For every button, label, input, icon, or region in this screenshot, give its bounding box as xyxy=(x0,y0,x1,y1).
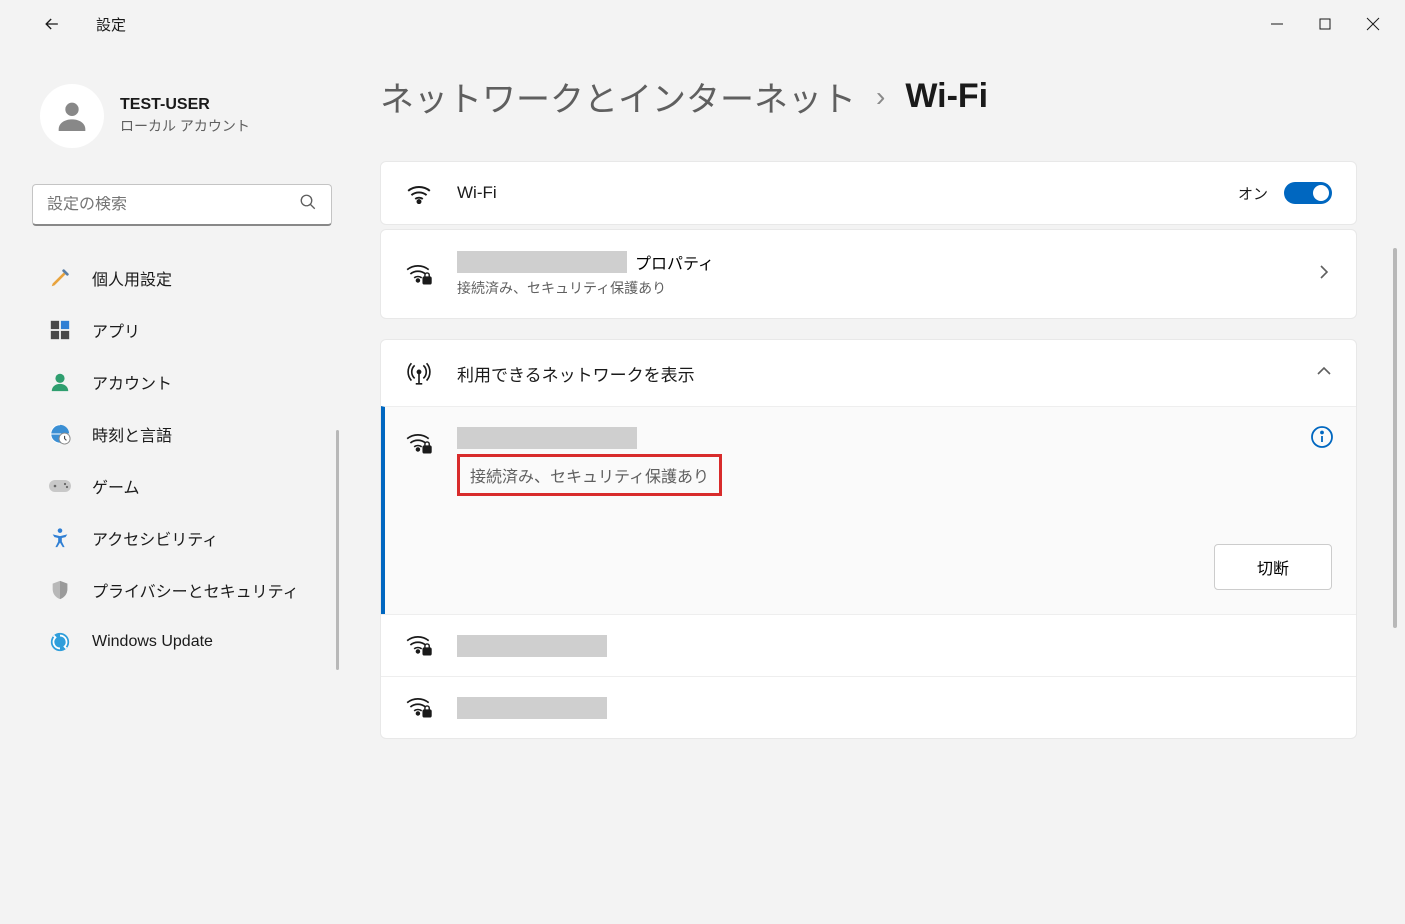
network-name-redacted xyxy=(457,697,607,719)
sidebar-item-accessibility[interactable]: アクセシビリティ xyxy=(32,514,324,562)
sidebar-scrollbar[interactable] xyxy=(336,430,339,670)
search-input[interactable] xyxy=(47,196,299,214)
sidebar-item-windows-update[interactable]: Windows Update xyxy=(32,618,324,666)
close-icon xyxy=(1366,17,1380,31)
sidebar-item-label: アプリ xyxy=(92,318,140,342)
breadcrumb: ネットワークとインターネット › Wi-Fi xyxy=(380,72,1357,121)
network-status: 接続済み、セキュリティ保護あり xyxy=(470,469,709,486)
shield-icon xyxy=(48,578,72,602)
network-item[interactable] xyxy=(381,614,1356,676)
wifi-secure-icon xyxy=(405,262,433,286)
sidebar-item-privacy[interactable]: プライバシーとセキュリティ xyxy=(32,566,324,614)
minimize-icon xyxy=(1271,18,1283,30)
account-icon xyxy=(48,370,72,394)
sidebar-item-label: Windows Update xyxy=(92,633,213,651)
search-icon xyxy=(299,193,317,216)
person-icon xyxy=(52,96,92,136)
available-networks-title: 利用できるネットワークを表示 xyxy=(457,361,1292,386)
chevron-right-icon: › xyxy=(876,81,885,113)
user-subtitle: ローカル アカウント xyxy=(120,116,250,136)
avatar xyxy=(40,84,104,148)
sidebar: TEST-USER ローカル アカウント 個人用設定 アプリ アカウント xyxy=(0,48,340,924)
sidebar-item-apps[interactable]: アプリ xyxy=(32,306,324,354)
chevron-right-icon xyxy=(1316,264,1332,285)
sidebar-item-label: 個人用設定 xyxy=(92,266,172,290)
title-bar: 設定 xyxy=(0,0,1405,48)
network-item-connected[interactable]: 接続済み、セキュリティ保護あり 切断 xyxy=(381,406,1356,614)
sidebar-item-personalization[interactable]: 個人用設定 xyxy=(32,254,324,302)
update-icon xyxy=(48,630,72,654)
network-name-redacted xyxy=(457,635,607,657)
app-title: 設定 xyxy=(96,14,126,35)
properties-suffix: プロパティ xyxy=(635,250,714,274)
wifi-icon xyxy=(405,182,433,204)
sidebar-item-gaming[interactable]: ゲーム xyxy=(32,462,324,510)
maximize-button[interactable] xyxy=(1301,4,1349,44)
main-content: ネットワークとインターネット › Wi-Fi Wi-Fi オン プロパティ 接続… xyxy=(340,48,1405,924)
clock-globe-icon xyxy=(48,422,72,446)
gamepad-icon xyxy=(48,474,72,498)
user-name: TEST-USER xyxy=(120,96,250,114)
wifi-toggle[interactable] xyxy=(1284,182,1332,204)
paintbrush-icon xyxy=(48,266,72,290)
minimize-button[interactable] xyxy=(1253,4,1301,44)
close-button[interactable] xyxy=(1349,4,1397,44)
wifi-secure-icon xyxy=(405,633,433,662)
chevron-up-icon xyxy=(1316,363,1332,384)
window-controls xyxy=(1253,4,1397,44)
sidebar-item-time-language[interactable]: 時刻と言語 xyxy=(32,410,324,458)
wifi-secure-icon xyxy=(405,431,433,460)
user-section[interactable]: TEST-USER ローカル アカウント xyxy=(32,72,324,160)
sidebar-item-label: アカウント xyxy=(92,370,172,394)
sidebar-item-accounts[interactable]: アカウント xyxy=(32,358,324,406)
wifi-toggle-card: Wi-Fi オン xyxy=(380,161,1357,225)
accessibility-icon xyxy=(48,526,72,550)
network-name-redacted xyxy=(457,427,637,449)
search-box[interactable] xyxy=(32,184,332,226)
wifi-title: Wi-Fi xyxy=(457,183,1214,203)
disconnect-button[interactable]: 切断 xyxy=(1214,544,1332,590)
available-networks-header[interactable]: 利用できるネットワークを表示 xyxy=(381,340,1356,406)
sidebar-item-label: プライバシーとセキュリティ xyxy=(92,578,299,602)
wifi-properties-card[interactable]: プロパティ 接続済み、セキュリティ保護あり xyxy=(380,229,1357,319)
available-networks-section: 利用できるネットワークを表示 接続済み、セキュリティ保護あり 切断 xyxy=(380,339,1357,739)
back-button[interactable] xyxy=(32,4,72,44)
sidebar-item-label: ゲーム xyxy=(92,474,140,498)
sidebar-item-label: 時刻と言語 xyxy=(92,422,172,446)
annotation-highlight: 接続済み、セキュリティ保護あり xyxy=(457,454,722,496)
info-icon[interactable] xyxy=(1310,425,1334,449)
properties-subtitle: 接続済み、セキュリティ保護あり xyxy=(457,278,1292,298)
apps-icon xyxy=(48,318,72,342)
antenna-icon xyxy=(405,360,433,386)
breadcrumb-parent[interactable]: ネットワークとインターネット xyxy=(380,72,856,121)
network-item[interactable] xyxy=(381,676,1356,738)
network-name-redacted xyxy=(457,251,627,273)
main-scrollbar[interactable] xyxy=(1393,248,1397,628)
arrow-left-icon xyxy=(42,14,62,34)
wifi-secure-icon xyxy=(405,695,433,724)
maximize-icon xyxy=(1319,18,1331,30)
sidebar-item-label: アクセシビリティ xyxy=(92,526,218,550)
nav-list: 個人用設定 アプリ アカウント 時刻と言語 ゲーム アクセシビリティ xyxy=(32,254,324,666)
toggle-state-label: オン xyxy=(1238,183,1268,204)
breadcrumb-current: Wi-Fi xyxy=(905,77,988,116)
